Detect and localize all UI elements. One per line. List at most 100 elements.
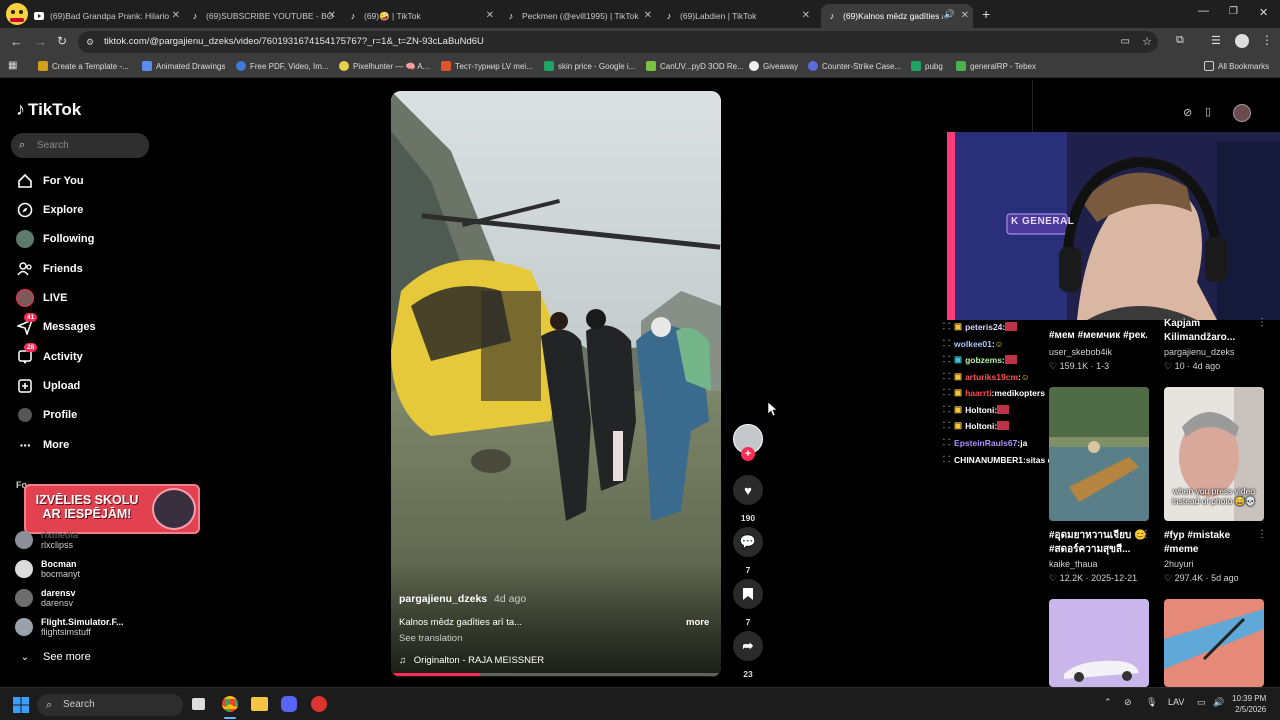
- reload-icon[interactable]: ↻: [57, 34, 67, 48]
- tab-5[interactable]: ♪ (69)Labdien | TikTok ✕: [664, 4, 814, 28]
- bookmark-1[interactable]: Create a Template -...: [38, 61, 129, 71]
- tab-4[interactable]: ♪ Peckmen (@evill1995) | TikTok ✕: [506, 4, 656, 28]
- video-progress-track[interactable]: [391, 673, 721, 676]
- bookmark-2[interactable]: Animated Drawings: [142, 61, 225, 71]
- see-more-link[interactable]: ⌄ See more: [16, 646, 91, 668]
- sidebar-item-profile[interactable]: Profile: [16, 404, 77, 426]
- share-button[interactable]: ➦ 23: [733, 631, 763, 679]
- sidebar-item-messages[interactable]: 41 Messages: [16, 313, 96, 338]
- card-user[interactable]: kaike_thaua: [1049, 559, 1098, 569]
- save-button[interactable]: 7: [733, 579, 763, 627]
- sidebar-item-friends[interactable]: Friends: [16, 258, 83, 280]
- caption-more-button[interactable]: more: [686, 617, 709, 628]
- card-thumbnail[interactable]: when you press video instead of photo 😅💀: [1164, 387, 1264, 521]
- bookmark-9[interactable]: Counter-Strike Case...: [808, 61, 901, 71]
- following-account-2[interactable]: Bocman bocmanyt: [15, 559, 80, 579]
- bookmark-3[interactable]: Free PDF, Video, Im...: [236, 61, 329, 71]
- bookmark-4[interactable]: Pixelhunter — 🧠 A...: [339, 61, 429, 71]
- sidebar-item-following[interactable]: Following: [16, 228, 94, 250]
- see-translation-link[interactable]: See translation: [399, 633, 462, 644]
- sidebar-item-live[interactable]: LIVE: [16, 287, 67, 309]
- chrome-icon[interactable]: [222, 696, 238, 712]
- bookmark-8[interactable]: Giveaway: [749, 61, 798, 71]
- task-view-icon[interactable]: [192, 698, 205, 710]
- url-field[interactable]: ⚙ tiktok.com/@pargajienu_dzeks/video/760…: [78, 31, 1158, 53]
- tiktok-logo[interactable]: ♪ TikTok: [16, 99, 81, 120]
- tab-6-active[interactable]: ♪ (69)Kalnos mēdz gadīties a 🔊 ✕: [821, 4, 973, 28]
- video-player[interactable]: pargajienu_dzeks 4d ago Kalnos mēdz gadī…: [391, 91, 721, 677]
- media-icon[interactable]: ☰: [1211, 34, 1221, 47]
- card-title[interactable]: Kapjam Kilimandžaro...: [1164, 317, 1262, 345]
- close-icon[interactable]: ✕: [961, 10, 969, 21]
- bookmark-6[interactable]: skin price - Google i...: [544, 61, 635, 71]
- windows-start-icon[interactable]: [13, 697, 29, 718]
- new-tab-button[interactable]: +: [982, 6, 990, 22]
- site-info-icon[interactable]: ⚙: [86, 31, 94, 53]
- minimize-button[interactable]: —: [1198, 5, 1209, 17]
- extensions-icon[interactable]: ⧉: [1176, 34, 1184, 47]
- star-icon[interactable]: ☆: [1142, 31, 1152, 53]
- speaker-icon[interactable]: 🔊: [944, 9, 955, 20]
- all-bookmarks[interactable]: All Bookmarks: [1204, 61, 1269, 71]
- settings-icon[interactable]: ⊘: [1183, 106, 1192, 119]
- card-thumbnail[interactable]: [1049, 387, 1149, 521]
- sidebar-item-upload[interactable]: Upload: [16, 375, 80, 397]
- tab-1[interactable]: (69)Bad Grandpa Prank: Hilario ✕: [34, 4, 184, 28]
- cast-icon[interactable]: ▭: [1121, 31, 1130, 53]
- video-sound[interactable]: ♫ Originalton - RAJA MEISSNER: [399, 655, 544, 666]
- sidebar-item-more[interactable]: ··· More: [16, 434, 70, 456]
- close-icon[interactable]: ✕: [172, 10, 180, 21]
- close-icon[interactable]: ✕: [802, 10, 810, 21]
- sidebar-item-activity[interactable]: 28 Activity: [16, 343, 83, 368]
- bookmark-5[interactable]: Тест-турнир LV mei...: [441, 61, 533, 71]
- discord-icon[interactable]: [281, 696, 297, 712]
- following-account-4[interactable]: Flight.Simulator.F... flightsimstuff: [15, 617, 124, 637]
- profile-avatar-icon[interactable]: [4, 2, 32, 26]
- file-explorer-icon[interactable]: [251, 697, 268, 711]
- following-account-1[interactable]: rlxmedia rlxclipss: [15, 530, 78, 550]
- following-account-3[interactable]: darensv darensv: [15, 588, 76, 608]
- bookmark-10[interactable]: pubg: [911, 61, 943, 71]
- comment-button[interactable]: 💬 7: [733, 527, 763, 575]
- network-off-icon[interactable]: ⊘: [1124, 697, 1132, 708]
- close-icon[interactable]: ✕: [644, 10, 652, 21]
- avatar[interactable]: [1233, 104, 1251, 122]
- card-more-icon[interactable]: ⋮: [1141, 529, 1151, 540]
- card-title[interactable]: #อุดมยาหวานเจียบ 😊 #สดอร์ความสุขสี...: [1049, 529, 1147, 557]
- follow-plus-icon[interactable]: +: [741, 447, 755, 461]
- language-indicator[interactable]: LAV: [1168, 697, 1184, 707]
- back-icon[interactable]: ←: [10, 34, 23, 49]
- app-icon[interactable]: [311, 696, 327, 712]
- card-thumbnail[interactable]: [1049, 599, 1149, 687]
- bookmark-7[interactable]: CanUV...pyD 3OD Re...: [646, 61, 744, 71]
- video-author[interactable]: pargajienu_dzeks 4d ago: [399, 593, 526, 605]
- volume-icon[interactable]: 🔊: [1213, 697, 1224, 708]
- profile-icon[interactable]: [1235, 34, 1249, 48]
- close-icon[interactable]: ✕: [328, 10, 336, 21]
- device-icon[interactable]: ▯: [1205, 105, 1211, 118]
- close-icon[interactable]: ✕: [486, 10, 494, 21]
- tray-chevron-icon[interactable]: ⌃: [1104, 697, 1112, 708]
- microphone-icon[interactable]: 🎙: [1146, 697, 1157, 708]
- card-user[interactable]: user_skebob4ik: [1049, 347, 1112, 357]
- forward-icon[interactable]: →: [34, 34, 47, 49]
- card-user[interactable]: pargajienu_dzeks: [1164, 347, 1235, 357]
- card-more-icon[interactable]: ⋮: [1257, 529, 1267, 540]
- tab-3[interactable]: ♪ (69)🤪 | TikTok ✕: [348, 4, 498, 28]
- menu-icon[interactable]: ⋮: [1261, 33, 1273, 47]
- bookmark-11[interactable]: generalRP - Tebex: [956, 61, 1036, 71]
- card-user[interactable]: 2huyuri: [1164, 559, 1194, 569]
- search-input[interactable]: ⌕ Search: [11, 133, 149, 158]
- maximize-button[interactable]: ❐: [1229, 6, 1238, 17]
- card-thumbnail[interactable]: [1164, 599, 1264, 687]
- tab-2[interactable]: ♪ (69)SUBSCRIBE YOUTUBE - BO ✕: [190, 4, 340, 28]
- like-button[interactable]: ♥ 190: [733, 475, 763, 523]
- apps-icon[interactable]: ▦: [8, 60, 17, 71]
- clock[interactable]: 10:39 PM 2/5/2026: [1232, 693, 1266, 715]
- monitor-icon[interactable]: ▭: [1197, 697, 1206, 708]
- card-more-icon[interactable]: ⋮: [1257, 317, 1267, 328]
- taskbar-search[interactable]: ⌕ Search: [37, 694, 183, 716]
- card-title[interactable]: #мем #мемчик #рек...: [1049, 330, 1147, 341]
- sidebar-item-for-you[interactable]: For You: [16, 170, 84, 192]
- card-title[interactable]: #fyp #mistake #meme: [1164, 529, 1256, 557]
